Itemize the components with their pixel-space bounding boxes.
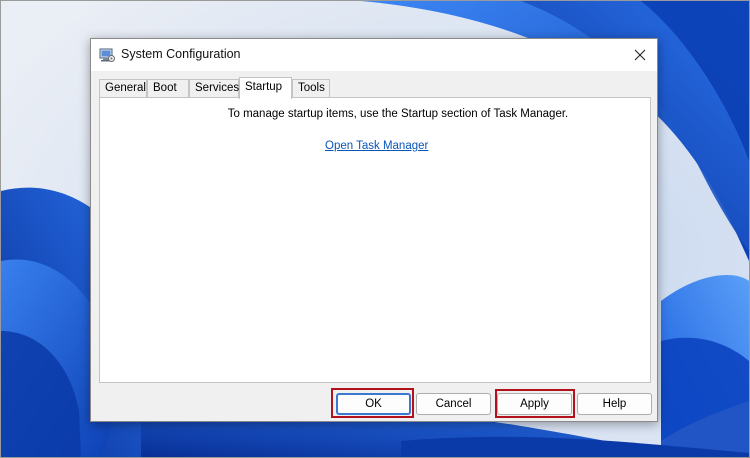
open-task-manager-link[interactable]: Open Task Manager bbox=[325, 140, 428, 152]
system-configuration-dialog: System Configuration General Boot Servic… bbox=[90, 38, 658, 422]
title-bar[interactable]: System Configuration bbox=[91, 39, 657, 71]
tab-services[interactable]: Services bbox=[189, 79, 239, 97]
tab-boot[interactable]: Boot bbox=[147, 79, 189, 97]
cancel-button[interactable]: Cancel bbox=[416, 393, 491, 415]
msconfig-icon bbox=[99, 48, 115, 62]
tab-strip: General Boot Services Startup Tools bbox=[99, 77, 651, 99]
window-title: System Configuration bbox=[121, 47, 241, 61]
desktop: System Configuration General Boot Servic… bbox=[0, 0, 750, 458]
close-icon[interactable] bbox=[629, 44, 651, 66]
tab-startup[interactable]: Startup bbox=[239, 77, 292, 99]
tab-tools[interactable]: Tools bbox=[292, 79, 330, 97]
apply-button[interactable]: Apply bbox=[497, 393, 572, 415]
help-button[interactable]: Help bbox=[577, 393, 652, 415]
startup-info-text: To manage startup items, use the Startup… bbox=[227, 108, 569, 120]
tab-general[interactable]: General bbox=[99, 79, 147, 97]
startup-tab-panel: To manage startup items, use the Startup… bbox=[99, 97, 651, 383]
ok-button[interactable]: OK bbox=[336, 393, 411, 415]
